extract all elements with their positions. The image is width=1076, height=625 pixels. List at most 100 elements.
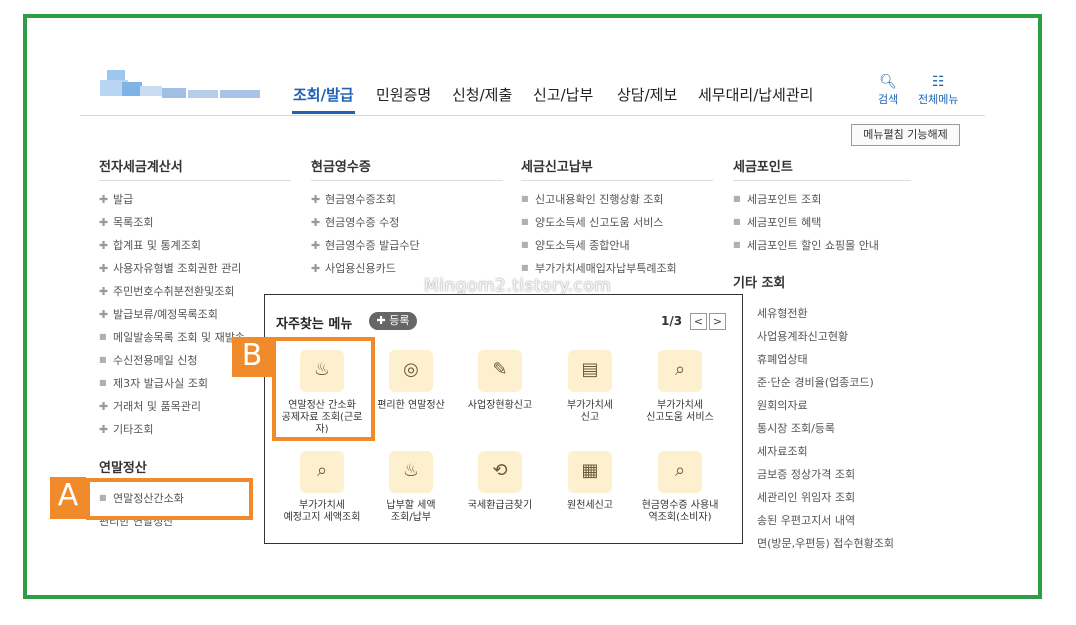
menu-link[interactable]: ✚ 기타조회	[99, 421, 153, 437]
menu-link[interactable]: 휴폐업상태	[757, 351, 808, 367]
menu-link[interactable]: ■ 수신전용메일 신청	[99, 352, 197, 368]
menu-link-label: 사업용계좌신고현황	[757, 330, 849, 343]
nav-item-apply-submit[interactable]: 신청/제출	[452, 84, 512, 105]
menu-link[interactable]: ■ 제3자 발급사실 조회	[99, 375, 208, 391]
menu-link[interactable]: ■ 세금포인트 할인 쇼핑몰 안내	[733, 237, 879, 253]
menu-link[interactable]: ■ 메일발송목록 조회 및 재발송	[99, 329, 245, 345]
tile-label-line: 예정고지 세액조회	[283, 512, 361, 523]
menu-link[interactable]: ✚ 목록조회	[99, 214, 153, 230]
plus-bullet-icon: ✚	[99, 193, 109, 206]
tile-label-line: 부가가치세	[567, 400, 613, 411]
menu-link[interactable]: 세유형전환	[757, 305, 808, 321]
menu-link-label: 수신전용메일 신청	[113, 354, 198, 367]
tile-label-line: 원천세신고	[567, 500, 613, 511]
plus-bullet-icon: ✚	[99, 216, 109, 229]
menu-link[interactable]: ✚ 발급	[99, 191, 133, 207]
nav-item-report-pay[interactable]: 신고/납부	[533, 84, 593, 105]
register-favorite-button[interactable]: ✚ 등록	[369, 312, 417, 330]
refund-coin-icon: ⟲	[478, 451, 522, 493]
menu-expand-toggle-button[interactable]: 메뉴펼침 기능해제	[851, 124, 960, 146]
menu-link[interactable]: ✚ 현금영수증 수정	[311, 214, 399, 230]
tile-label-line: 현금영수증 사용내	[641, 500, 719, 511]
column-divider	[521, 180, 713, 181]
calendar-pen-icon: ▦	[568, 451, 612, 493]
tile-label-line: 부가가치세	[299, 500, 345, 511]
search-button[interactable]: 🔍︎ 검색	[878, 75, 898, 107]
site-logo[interactable]	[92, 68, 262, 108]
all-menu-button[interactable]: ☷ 전체메뉴	[918, 75, 958, 107]
menu-link[interactable]: ✚ 합계표 및 통계조회	[99, 237, 201, 253]
tile-label-line: 납부할 세액	[386, 500, 436, 511]
chevron-right-icon: >	[712, 315, 723, 328]
menu-link[interactable]: 송된 우편고지서 내역	[757, 512, 855, 528]
menu-link-label: 양도소득세 신고도움 서비스	[535, 216, 664, 229]
header-divider	[80, 115, 985, 116]
nav-item-consult-report[interactable]: 상담/제보	[617, 84, 677, 105]
menu-link[interactable]: ✚ 주민번호수취분전환및조회	[99, 283, 234, 299]
plus-bullet-icon: ✚	[311, 262, 321, 275]
coins-icon: ◎	[389, 350, 433, 392]
nav-item-civil-certificate[interactable]: 민원증명	[376, 84, 431, 105]
favorite-menu-title: 자주찾는 메뉴	[276, 317, 353, 332]
tile-label-line: 국세환급금찾기	[467, 500, 533, 511]
tile-label-line: 사업장현황신고	[467, 400, 533, 411]
square-bullet-icon: ■	[521, 217, 529, 226]
vat-search-icon: ⌕	[658, 350, 702, 392]
menu-link[interactable]: ■ 양도소득세 종합안내	[521, 237, 630, 253]
menu-link[interactable]: 세관리인 위임자 조회	[757, 489, 855, 505]
menu-link[interactable]: ■ 부가가치세매입자납부특례조회	[521, 260, 677, 276]
menu-link[interactable]: 사업용계좌신고현황	[757, 328, 848, 344]
menu-link[interactable]: 준·단순 경비율(업종코드)	[757, 374, 874, 390]
column-divider	[311, 180, 503, 181]
menu-link[interactable]: ■ 세금포인트 혜택	[733, 214, 821, 230]
tile-glyph: ⌕	[316, 460, 328, 481]
menu-link[interactable]: 원회의자료	[757, 397, 808, 413]
menu-link[interactable]: 세자료조회	[757, 443, 808, 459]
next-page-button[interactable]: >	[709, 313, 726, 330]
menu-link-label: 통시장 조회/등록	[757, 422, 836, 435]
square-bullet-icon: ■	[99, 355, 107, 364]
menu-link[interactable]: ■ 세금포인트 조회	[733, 191, 821, 207]
menu-link[interactable]: ■ 양도소득세 신고도움 서비스	[521, 214, 663, 230]
tile-glyph: ⌕	[674, 359, 686, 380]
nav-item-tax-agent[interactable]: 세무대리/납세관리	[698, 84, 813, 105]
tile-glyph: ⟲	[492, 460, 508, 481]
menu-link[interactable]: ✚ 현금영수증 발급수단	[311, 237, 420, 253]
notice-search-icon: ⌕	[300, 451, 344, 493]
tile-glyph: ▦	[581, 460, 599, 481]
menu-link[interactable]: ■ 신고내용확인 진행상황 조회	[521, 191, 663, 207]
tile-label-line: 조회/납부	[390, 512, 432, 523]
menu-link[interactable]: 금보증 정상가격 조회	[757, 466, 855, 482]
menu-link-label: 세관리인 위임자 조회	[757, 491, 856, 504]
menu-link[interactable]: ✚ 현금영수증조회	[311, 191, 396, 207]
tile-label-line: 역조회(소비자)	[648, 512, 712, 523]
menu-link[interactable]: ✚ 사용자유형별 조회권한 관리	[99, 260, 241, 276]
annotation-label-a: A	[50, 477, 86, 519]
menu-link-label: 제3자 발급사실 조회	[113, 377, 208, 390]
menu-link-label: 사업용신용카드	[325, 262, 396, 275]
plus-bullet-icon: ✚	[99, 285, 109, 298]
menu-link-label: 현금영수증 발급수단	[325, 239, 420, 252]
tile-label: 납부할 세액 조회/납부	[366, 500, 456, 524]
annotation-label-b: B	[232, 337, 272, 377]
menu-link[interactable]: ✚ 거래처 및 품목관리	[99, 398, 201, 414]
plus-icon: ✚	[376, 314, 386, 327]
menu-link-label: 기타조회	[113, 423, 154, 436]
nav-item-inquiry-issue[interactable]: 조회/발급	[293, 84, 354, 105]
menu-link[interactable]: 면(방문,우편등) 접수현황조회	[757, 535, 894, 551]
receipt-search-icon: ⌕	[658, 451, 702, 493]
plus-bullet-icon: ✚	[311, 193, 321, 206]
prev-page-button[interactable]: <	[690, 313, 707, 330]
menu-link[interactable]: ✚ 발급보류/예정목록조회	[99, 306, 218, 322]
column-divider	[733, 180, 911, 181]
money-bag-icon: ♨	[389, 451, 433, 493]
tile-glyph: ♨	[402, 460, 420, 481]
plus-bullet-icon: ✚	[99, 239, 109, 252]
vat-pen-icon: ▤	[568, 350, 612, 392]
menu-link-label: 목록조회	[113, 216, 154, 229]
menu-link[interactable]: ✚ 사업용신용카드	[311, 260, 396, 276]
tile-label-line: 신고	[580, 412, 600, 423]
tile-label: 부가가치세 예정고지 세액조회	[277, 500, 367, 524]
square-bullet-icon: ■	[733, 194, 741, 203]
menu-link[interactable]: 통시장 조회/등록	[757, 420, 835, 436]
